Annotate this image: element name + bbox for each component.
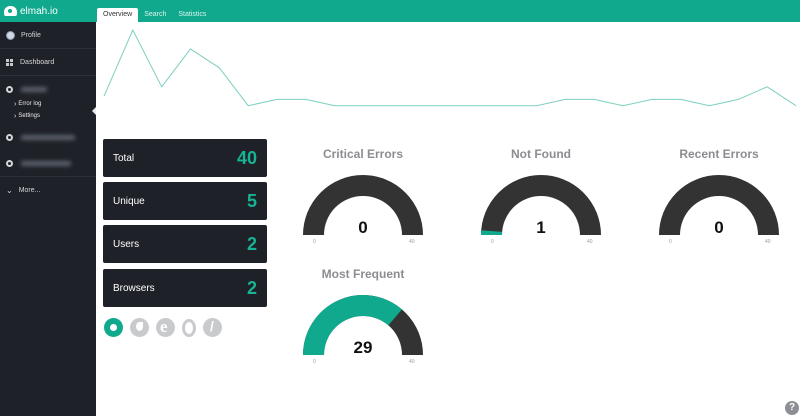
sidebar-item-label: More... <box>18 186 41 194</box>
gauge-title-most-frequent: Most Frequent <box>321 267 405 281</box>
gauge-min: 0 <box>669 239 672 245</box>
stat-value: 2 <box>246 277 257 298</box>
gauge-title-not-found: Not Found <box>511 147 571 161</box>
log-name-redacted <box>21 160 71 166</box>
log-icon <box>6 159 13 167</box>
gauge-title-critical: Critical Errors <box>322 147 404 161</box>
stat-value: 5 <box>246 190 257 211</box>
sidebar-subitem-settings[interactable]: › Settings <box>0 110 96 122</box>
sidebar-item-log-3[interactable] <box>0 150 96 176</box>
gauge-value: 29 <box>353 338 373 357</box>
gauge-max: 40 <box>765 239 771 245</box>
sparkline-series <box>103 28 797 107</box>
opera-icon[interactable] <box>182 319 196 337</box>
ie-icon[interactable] <box>156 317 175 337</box>
log-icon <box>6 133 13 141</box>
gauge-min: 0 <box>313 239 316 245</box>
top-bar: Overview Search Statistics <box>96 0 800 22</box>
log-icon <box>6 85 13 93</box>
sidebar: elmah.io Profile Dashboard › Error log ›… <box>0 0 96 416</box>
gauge-max: 40 <box>409 359 415 365</box>
error-trend-sparkline <box>103 28 797 107</box>
app-name: elmah.io <box>20 5 58 17</box>
sidebar-subitem-label: Error log <box>18 101 42 107</box>
other-browser-icon[interactable] <box>203 318 222 337</box>
chevron-right-icon: › <box>14 112 17 120</box>
sidebar-item-label: Dashboard <box>20 58 55 66</box>
help-button[interactable]: ? <box>785 401 799 415</box>
stat-label: Total <box>113 152 135 164</box>
gauge-value: 0 <box>714 218 724 237</box>
tab-search[interactable]: Search <box>138 8 172 22</box>
stat-label: Users <box>113 238 140 250</box>
firefox-icon[interactable] <box>130 318 149 337</box>
stat-value: 2 <box>246 233 257 254</box>
stat-users[interactable]: Users 2 <box>103 225 267 263</box>
log-name-redacted <box>21 86 47 92</box>
sidebar-item-label: Profile <box>21 31 41 39</box>
grid-icon <box>6 58 13 66</box>
logo[interactable]: elmah.io <box>0 0 96 22</box>
sidebar-item-log-2[interactable] <box>0 124 96 150</box>
tab-statistics[interactable]: Statistics <box>172 8 212 22</box>
sidebar-subitem-error-log[interactable]: › Error log <box>0 98 96 110</box>
cloud-icon <box>4 6 17 16</box>
browser-icons <box>104 317 222 337</box>
stat-unique[interactable]: Unique 5 <box>103 182 267 220</box>
gauge-min: 0 <box>313 359 316 365</box>
chevron-right-icon: › <box>14 100 17 108</box>
sidebar-subitem-label: Settings <box>18 113 41 119</box>
gauge-title-recent: Recent Errors <box>679 147 759 161</box>
log-name-redacted <box>21 134 75 140</box>
stat-label: Browsers <box>113 282 155 294</box>
avatar <box>6 30 15 40</box>
stat-total[interactable]: Total 40 <box>103 139 267 177</box>
sidebar-item-dashboard[interactable]: Dashboard <box>0 49 96 75</box>
stat-browsers[interactable]: Browsers 2 <box>103 269 267 307</box>
gauge-value: 1 <box>536 218 546 237</box>
stat-label: Unique <box>113 195 145 207</box>
sidebar-item-more[interactable]: ⌄ More... <box>0 177 96 203</box>
stat-value: 40 <box>236 147 257 168</box>
chrome-icon[interactable] <box>104 318 123 337</box>
chevron-down-icon: ⌄ <box>6 185 13 195</box>
gauge-max: 40 <box>587 239 593 245</box>
tab-overview[interactable]: Overview <box>97 8 139 22</box>
gauge-value: 0 <box>358 218 368 237</box>
gauge-min: 0 <box>491 239 494 245</box>
sidebar-item-profile[interactable]: Profile <box>0 22 96 48</box>
gauge-max: 40 <box>409 239 415 245</box>
